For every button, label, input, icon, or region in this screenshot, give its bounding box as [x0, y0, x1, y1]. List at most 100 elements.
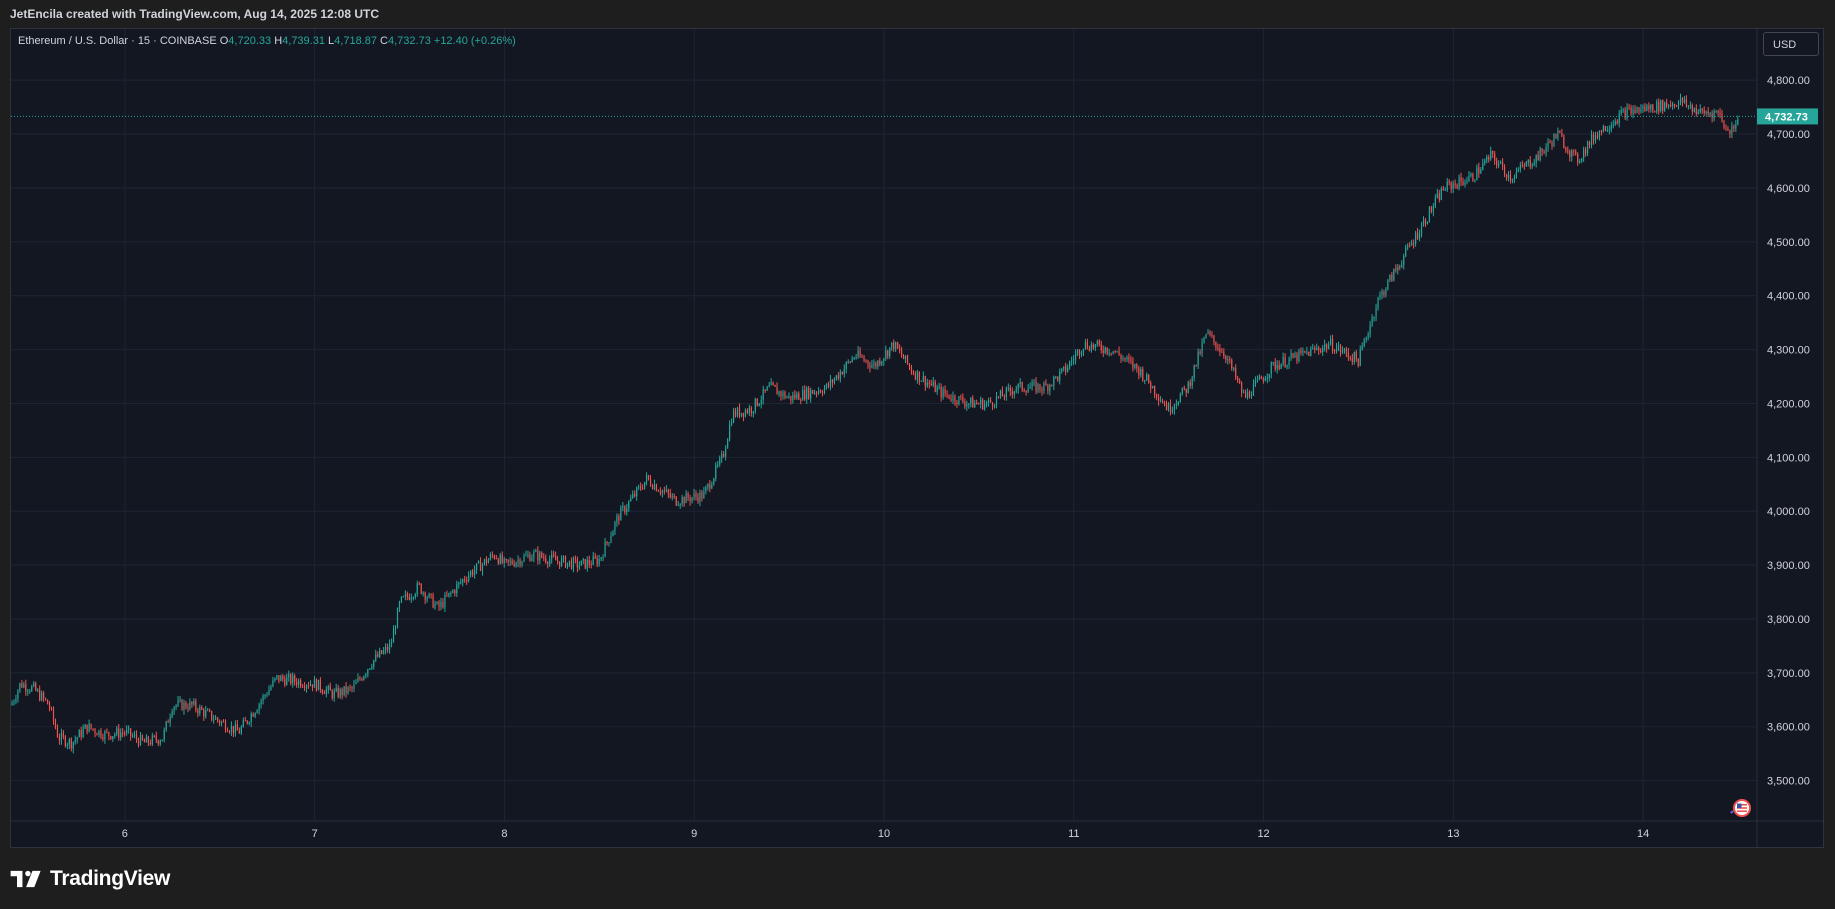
candle-body — [1416, 232, 1419, 239]
candle-body — [1555, 134, 1557, 139]
candle-body — [1527, 159, 1529, 163]
candle-body — [1677, 101, 1680, 107]
candle-body — [1239, 380, 1241, 383]
candle-body — [1329, 338, 1332, 345]
candle-body — [1717, 110, 1719, 113]
candle-body — [1108, 352, 1110, 354]
candle-body — [100, 730, 102, 738]
candle-body — [1478, 167, 1480, 174]
candle-body — [1626, 107, 1628, 119]
candle-body — [667, 489, 669, 494]
candle-body — [189, 701, 191, 710]
candle-body — [1258, 376, 1261, 380]
candle-body — [37, 689, 39, 691]
low-value: 4,718.87 — [334, 35, 377, 47]
candle-body — [402, 596, 405, 598]
currency-button[interactable]: USD — [1763, 32, 1819, 56]
candle-body — [920, 380, 922, 382]
candle-body — [135, 734, 138, 740]
candle-body — [444, 595, 446, 608]
candle-body — [932, 381, 934, 386]
candle-body — [912, 372, 915, 375]
candle-body — [752, 411, 754, 414]
candle-body — [1189, 382, 1191, 386]
candle-body — [1687, 105, 1690, 107]
candle-body — [1225, 356, 1227, 360]
candle-body — [1187, 382, 1189, 393]
candle-body — [1454, 183, 1456, 185]
candle-body — [1464, 182, 1466, 185]
candle-body — [1391, 274, 1393, 281]
symbol-label[interactable]: Ethereum / U.S. Dollar · 15 · COINBASE — [18, 35, 217, 47]
candle-body — [1660, 100, 1662, 112]
candle-body — [456, 584, 458, 594]
candle-body — [1480, 169, 1482, 174]
candle-body — [1207, 331, 1209, 334]
candle-body — [1701, 108, 1703, 111]
candle-body — [576, 559, 578, 568]
candle-body — [238, 730, 240, 734]
candle-body — [1272, 362, 1274, 364]
candle-body — [938, 386, 940, 388]
candle-body — [948, 394, 950, 399]
candle-body — [1308, 351, 1310, 356]
candle-body — [893, 342, 895, 349]
candle-body — [232, 725, 235, 734]
candle-body — [1448, 181, 1450, 183]
candle-body — [1256, 379, 1259, 381]
candle-body — [218, 720, 221, 724]
candle-body — [610, 536, 612, 543]
candle-body — [385, 646, 387, 651]
candle-body — [292, 675, 294, 684]
candle-body — [839, 371, 841, 379]
price-chart[interactable]: 3,500.00 3,600.00 3,700.00 3,800.00 3,900.00… — [11, 29, 1823, 847]
candle-body — [1579, 160, 1581, 163]
candle-body — [1300, 350, 1302, 353]
candle-body — [1707, 111, 1709, 114]
candle-body — [1721, 113, 1723, 122]
candle-body — [1059, 371, 1061, 381]
candle-body — [110, 736, 112, 740]
candle-body — [756, 398, 758, 406]
candle-body — [171, 711, 173, 717]
candle-body — [1596, 135, 1599, 138]
candle-body — [120, 732, 122, 738]
candle-body — [1369, 325, 1371, 335]
candle-body — [246, 720, 248, 724]
candle-body — [766, 386, 768, 391]
us-flag-event-icon[interactable] — [1728, 798, 1752, 818]
candle-body — [19, 683, 21, 691]
candle-body — [1486, 157, 1488, 161]
candle-body — [1411, 242, 1413, 246]
candle-body — [215, 717, 217, 720]
candle-body — [1294, 353, 1296, 358]
candle-body — [1377, 297, 1379, 308]
candle-body — [1347, 352, 1349, 358]
chart-area[interactable]: 3,500.00 3,600.00 3,700.00 3,800.00 3,900.00… — [10, 28, 1824, 848]
candle-body — [278, 675, 280, 682]
candle-body — [288, 674, 290, 678]
candle-body — [1233, 368, 1235, 370]
candle-body — [1501, 161, 1504, 167]
candle-body — [333, 691, 335, 698]
candle-body — [343, 686, 345, 695]
candle-body — [845, 362, 847, 369]
candle-body — [817, 390, 820, 393]
candle-body — [1727, 128, 1729, 130]
candle-body — [124, 732, 126, 734]
candle-body — [151, 735, 153, 745]
candle-body — [116, 728, 118, 735]
tradingview-brand[interactable]: TradingView — [10, 866, 170, 892]
candle-body — [689, 498, 691, 502]
candle-body — [1288, 358, 1290, 366]
candle-body — [1588, 141, 1591, 146]
candle-body — [1009, 387, 1011, 392]
candle-body — [707, 483, 709, 488]
candle-body — [1314, 347, 1316, 350]
candle-body — [519, 559, 521, 566]
candle-body — [1731, 126, 1733, 134]
candle-body — [1140, 369, 1142, 376]
candle-body — [1632, 109, 1634, 115]
candle-body — [869, 364, 871, 368]
candle-body — [400, 596, 403, 603]
